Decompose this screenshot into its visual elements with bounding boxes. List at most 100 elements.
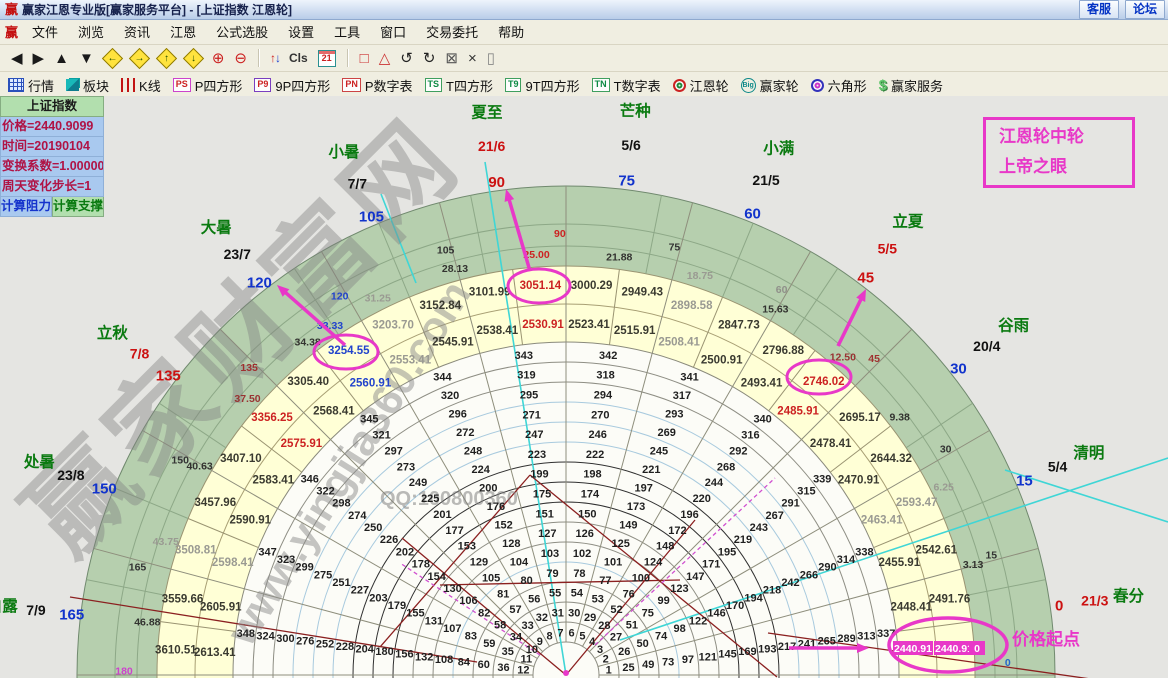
module-button-T数字表[interactable]: TNT数字表: [592, 76, 661, 95]
toolbar-button-18-icon[interactable]: ↻: [418, 51, 441, 66]
svg-text:244: 244: [705, 477, 724, 489]
svg-text:227: 227: [351, 585, 369, 597]
svg-text:179: 179: [388, 600, 406, 612]
module-button-行情[interactable]: 行情: [8, 76, 54, 95]
title-bar: 赢 赢家江恩专业版[赢家服务平台] - [上证指数 江恩轮] 客服论坛: [0, 0, 1168, 20]
module-label: 9P四方形: [275, 76, 330, 95]
svg-text:夏至: 夏至: [471, 104, 502, 122]
menu-item-6[interactable]: 工具: [324, 20, 370, 44]
svg-text:12: 12: [517, 664, 529, 676]
toolbar-button-3-icon[interactable]: ▼: [74, 51, 99, 66]
svg-text:2746.02: 2746.02: [803, 376, 845, 388]
svg-text:73: 73: [662, 657, 674, 669]
module-button-9P四方形[interactable]: P9 9P四方形: [254, 76, 330, 95]
gann-wheel-chart-area[interactable]: 赢家财富网www.yingjia360.comQQ:10080036012345…: [0, 96, 1168, 678]
svg-text:3559.66: 3559.66: [162, 594, 204, 606]
module-button-P四方形[interactable]: PSP四方形: [173, 76, 243, 95]
module-button-赢家轮[interactable]: Big赢家轮: [741, 76, 799, 95]
calc-support-button[interactable]: 计算支撑: [52, 197, 104, 217]
toolbar-button-15-icon[interactable]: □: [355, 51, 374, 66]
svg-text:2553.41: 2553.41: [390, 354, 432, 366]
toolbar-button-7-icon[interactable]: ↓: [183, 47, 204, 68]
9P四方形-icon: P9: [254, 78, 271, 92]
svg-text:273: 273: [397, 461, 415, 473]
svg-text:196: 196: [680, 509, 698, 521]
svg-text:347: 347: [258, 546, 276, 558]
toolbar-button-20-icon[interactable]: ×: [463, 51, 482, 66]
menu-item-8[interactable]: 交易委托: [416, 20, 488, 44]
toolbar-button-21-icon[interactable]: ▯: [482, 51, 500, 66]
赢家轮-icon: Big: [741, 78, 756, 93]
svg-text:314: 314: [837, 554, 856, 566]
svg-text:7/9: 7/9: [26, 602, 46, 618]
svg-text:2440.91: 2440.91: [935, 643, 973, 655]
module-button-P数字表[interactable]: PNP数字表: [342, 76, 412, 95]
toolbar-button-17-icon[interactable]: ↺: [395, 51, 418, 66]
svg-text:55: 55: [549, 588, 561, 600]
toolbar-button-2-icon[interactable]: ▲: [49, 51, 74, 66]
svg-text:169: 169: [738, 646, 756, 658]
module-button-江恩轮[interactable]: 江恩轮: [673, 76, 729, 95]
menu-item-4[interactable]: 公式选股: [206, 20, 278, 44]
svg-text:298: 298: [332, 498, 350, 510]
toolbar-button-8-icon[interactable]: ⊕: [207, 51, 230, 66]
toolbar-button-11-icon[interactable]: ↑↓: [266, 51, 284, 65]
toolbar-button-16-icon[interactable]: △: [374, 51, 396, 66]
toolbar-button-6-icon[interactable]: ↑: [156, 47, 177, 68]
toolbar-separator: [258, 49, 260, 67]
svg-text:9.38: 9.38: [889, 412, 910, 424]
svg-text:221: 221: [642, 464, 660, 476]
calc-resistance-button[interactable]: 计算阻力: [0, 197, 52, 217]
svg-text:249: 249: [409, 477, 427, 489]
panel-buttons: 计算阻力 计算支撑: [0, 197, 104, 217]
svg-text:127: 127: [538, 528, 556, 540]
svg-text:3051.14: 3051.14: [520, 280, 562, 292]
svg-text:2796.88: 2796.88: [762, 345, 804, 357]
svg-text:219: 219: [734, 534, 752, 546]
svg-text:26: 26: [618, 646, 630, 658]
toolbar-button-9-icon[interactable]: ⊖: [229, 51, 252, 66]
module-button-六角形[interactable]: 六角形: [811, 76, 867, 95]
svg-text:21/6: 21/6: [478, 138, 505, 154]
svg-text:2949.43: 2949.43: [621, 287, 663, 299]
svg-text:5: 5: [579, 630, 585, 642]
svg-text:176: 176: [487, 501, 505, 513]
svg-text:165: 165: [129, 562, 147, 574]
svg-text:222: 222: [586, 449, 604, 461]
svg-text:8: 8: [546, 630, 552, 642]
svg-text:60: 60: [744, 205, 761, 222]
toolbar-button-12-icon[interactable]: Cls: [284, 51, 313, 65]
svg-text:2478.41: 2478.41: [810, 438, 852, 450]
toolbar-button-1-icon[interactable]: ▶: [28, 51, 50, 66]
svg-text:3457.96: 3457.96: [195, 497, 237, 509]
menu-item-1[interactable]: 浏览: [68, 20, 114, 44]
江恩轮-icon: [673, 79, 686, 92]
svg-text:2: 2: [603, 654, 609, 666]
svg-text:99: 99: [657, 595, 669, 607]
customer-service-button[interactable]: 客服: [1079, 0, 1119, 19]
module-button-T四方形[interactable]: TST四方形: [425, 76, 493, 95]
menu-item-3[interactable]: 江恩: [160, 20, 206, 44]
toolbar-button-5-icon[interactable]: →: [129, 47, 150, 68]
svg-text:立秋: 立秋: [97, 323, 129, 342]
forum-button[interactable]: 论坛: [1125, 0, 1165, 19]
svg-text:33: 33: [522, 620, 534, 632]
svg-text:20/4: 20/4: [973, 338, 1000, 354]
module-button-9T四方形[interactable]: T99T四方形: [505, 76, 580, 95]
menu-item-0[interactable]: 文件: [22, 20, 68, 44]
module-button-赢家服务[interactable]: $赢家服务: [879, 76, 943, 95]
menu-item-7[interactable]: 窗口: [370, 20, 416, 44]
menu-item-9[interactable]: 帮助: [488, 20, 534, 44]
svg-text:100: 100: [632, 572, 650, 584]
toolbar-button-19-icon[interactable]: ⊠: [440, 51, 463, 66]
svg-text:3101.99: 3101.99: [469, 287, 511, 299]
toolbar-button-4-icon[interactable]: ←: [102, 47, 123, 68]
app-logo-icon: 赢: [5, 3, 18, 16]
menu-item-5[interactable]: 设置: [278, 20, 324, 44]
toolbar-button-13-icon[interactable]: 21: [318, 50, 336, 67]
module-button-K线[interactable]: K线: [121, 76, 161, 95]
module-button-板块[interactable]: 板块: [66, 76, 109, 95]
svg-text:0: 0: [974, 643, 980, 655]
menu-item-2[interactable]: 资讯: [114, 20, 160, 44]
toolbar-button-0-icon[interactable]: ◀: [6, 51, 28, 66]
